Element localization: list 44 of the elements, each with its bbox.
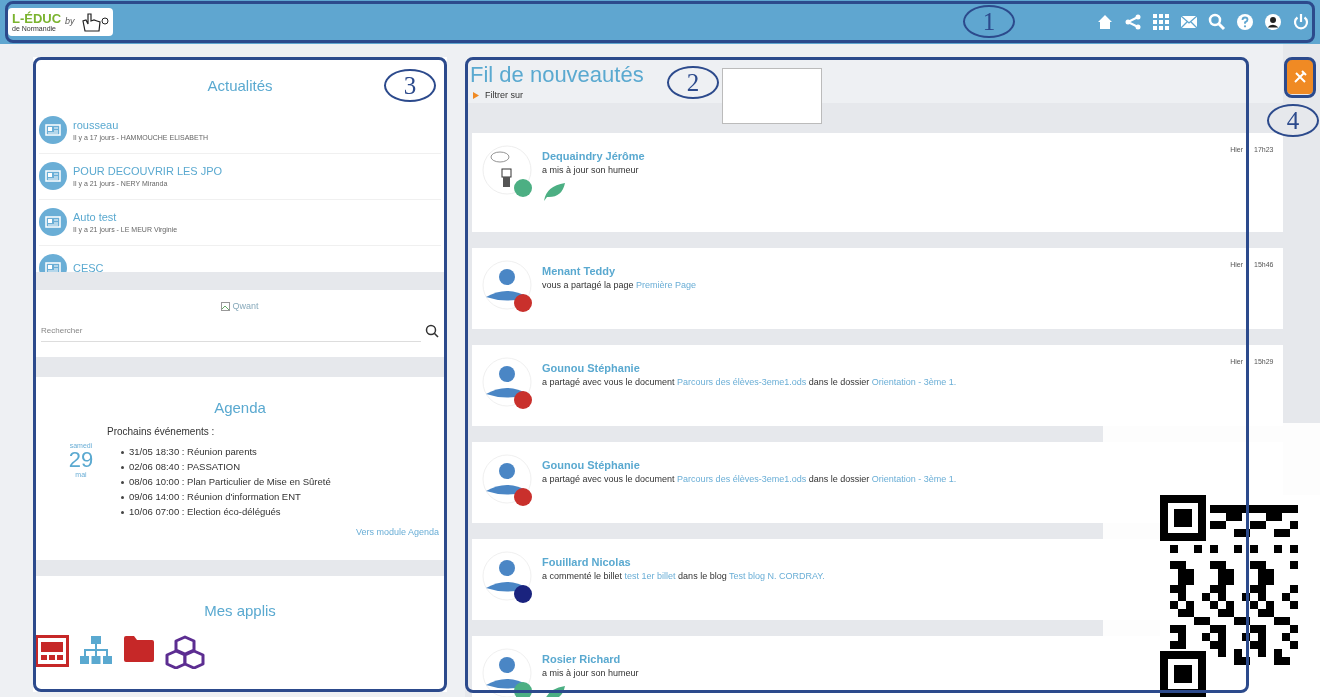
event-item: 08/06 10:00 : Plan Particulier de Mise en Sûreté <box>129 474 331 489</box>
filter-toggle[interactable]: Filtrer sur <box>485 89 523 103</box>
logo-title: L-ÉDUC <box>12 12 62 25</box>
activity-text: a partagé avec vous le document Parcours des élèves-3eme1.ods dans le dossier Orientation - 3ème 1. <box>542 376 957 389</box>
author-name[interactable]: Fouillard Nicolas <box>542 553 825 570</box>
annotation-number: 4 <box>1267 104 1319 137</box>
news-title[interactable]: Auto test <box>73 208 178 225</box>
events-heading: Prochains événements : <box>107 424 216 439</box>
logo-by: by <box>65 15 75 29</box>
activity-text: vous a partagé la page Première Page <box>542 279 697 292</box>
activity-link[interactable]: Parcours des élèves-3eme1.ods <box>677 377 807 387</box>
news-title[interactable]: CESC <box>73 259 104 272</box>
author-name[interactable]: Dequaindry Jérôme <box>542 147 645 164</box>
annotation-number: 2 <box>667 66 719 99</box>
activity-link[interactable]: Orientation - 3ème 1. <box>871 474 957 484</box>
event-item: 31/05 18:30 : Réunion parents <box>129 444 257 459</box>
section-title: Actualités <box>207 76 273 96</box>
activity-text: a mis à jour son humeur <box>542 164 640 177</box>
news-title[interactable]: rousseau <box>73 116 208 133</box>
date-number: 29 <box>68 448 94 471</box>
section-title: Agenda <box>214 398 266 418</box>
activity-text: a commenté le billet test 1er billet dans le blog Test blog N. CORDRAY. <box>542 570 825 583</box>
feed-title: Fil de nouveautés <box>470 61 644 89</box>
activity-text: a mis à jour son humeur <box>542 667 639 680</box>
news-title[interactable]: POUR DECOUVRIR LES JPO <box>73 162 223 179</box>
annotation-number: 3 <box>384 69 436 102</box>
activity-link[interactable]: Parcours des élèves-3eme1.ods <box>677 474 807 484</box>
annotation-number: 1 <box>963 5 1015 38</box>
activity-text: a partagé avec vous le document Parcours des élèves-3eme1.ods dans le dossier Orientation - 3ème 1. <box>542 473 957 486</box>
author-name[interactable]: Menant Teddy <box>542 262 697 279</box>
activity-link[interactable]: Première Page <box>636 280 697 290</box>
agenda-link[interactable]: Vers module Agenda <box>355 525 439 539</box>
event-item: 02/06 08:40 : PASSATION <box>129 459 241 474</box>
activity-link[interactable]: Test blog N. CORDRAY. <box>729 571 825 581</box>
activity-link[interactable]: Orientation - 3ème 1. <box>871 377 957 387</box>
author-name[interactable]: Gounou Stéphanie <box>542 359 957 376</box>
section-title: Mes applis <box>204 601 276 621</box>
activity-link[interactable]: test 1er billet <box>624 571 676 581</box>
event-item: 09/06 14:00 : Réunion d'information ENT <box>129 489 301 504</box>
search-field[interactable]: Rechercher <box>41 319 421 342</box>
author-name[interactable]: Rosier Richard <box>542 650 639 667</box>
event-item: 10/06 07:00 : Election éco-délégués <box>129 504 281 519</box>
image-alt-text: Qwant <box>232 300 259 313</box>
author-name[interactable]: Gounou Stéphanie <box>542 456 957 473</box>
